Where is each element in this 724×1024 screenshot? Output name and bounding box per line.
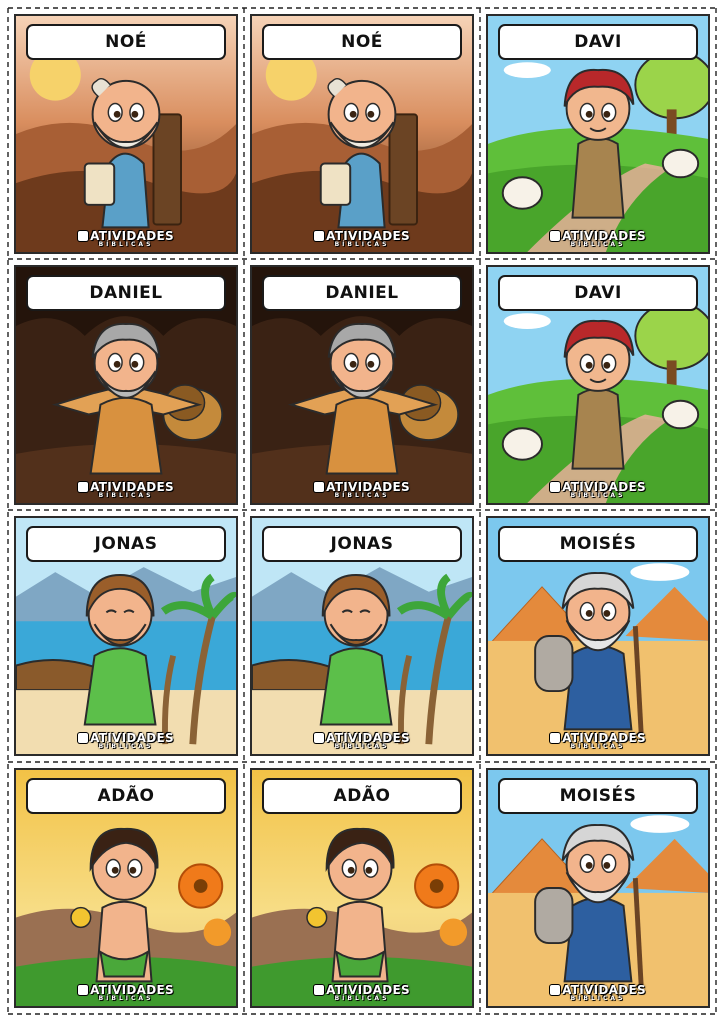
brand-subtitle: BÍBLICAS (570, 492, 626, 499)
card-name-label: JONAS (26, 526, 226, 562)
brand-subtitle: BÍBLICAS (334, 743, 390, 750)
brand-subtitle: BÍBLICAS (570, 995, 626, 1002)
card-name-label: MOISÉS (498, 526, 698, 562)
brand-watermark: ATIVIDADES BÍBLICAS (488, 983, 708, 1002)
brand-subtitle: BÍBLICAS (334, 492, 390, 499)
memory-card[interactable]: ADÃO ATIVIDADES BÍBLICAS (14, 768, 238, 1008)
bible-book-icon (550, 985, 561, 995)
card-name-label: DANIEL (26, 275, 226, 311)
bible-book-icon (78, 231, 89, 241)
brand-subtitle: BÍBLICAS (334, 241, 390, 248)
brand-watermark: ATIVIDADES BÍBLICAS (252, 229, 472, 248)
card-name-label: NOÉ (26, 24, 226, 60)
bible-book-icon (78, 985, 89, 995)
memory-card[interactable]: MOISÉS ATIVIDADES BÍBLICAS (486, 516, 710, 756)
bible-book-icon (314, 482, 325, 492)
bible-book-icon (314, 985, 325, 995)
memory-card[interactable]: MOISÉS ATIVIDADES BÍBLICAS (486, 768, 710, 1008)
memory-card[interactable]: ADÃO ATIVIDADES BÍBLICAS (250, 768, 474, 1008)
card-name-label: ADÃO (26, 778, 226, 814)
memory-card[interactable]: DANIEL ATIVIDADES BÍBLICAS (14, 265, 238, 505)
brand-watermark: ATIVIDADES BÍBLICAS (488, 229, 708, 248)
card-name-label: MOISÉS (498, 778, 698, 814)
brand-watermark: ATIVIDADES BÍBLICAS (252, 983, 472, 1002)
brand-watermark: ATIVIDADES BÍBLICAS (488, 480, 708, 499)
brand-watermark: ATIVIDADES BÍBLICAS (16, 480, 236, 499)
brand-watermark: ATIVIDADES BÍBLICAS (252, 731, 472, 750)
brand-watermark: ATIVIDADES BÍBLICAS (16, 229, 236, 248)
memory-card[interactable]: DANIEL ATIVIDADES BÍBLICAS (250, 265, 474, 505)
card-name-label: JONAS (262, 526, 462, 562)
memory-card[interactable]: NOÉ ATIVIDADES BÍBLICAS (14, 14, 238, 254)
card-name-label: DAVI (498, 24, 698, 60)
card-name-label: DANIEL (262, 275, 462, 311)
bible-book-icon (314, 733, 325, 743)
brand-subtitle: BÍBLICAS (98, 995, 154, 1002)
brand-watermark: ATIVIDADES BÍBLICAS (16, 731, 236, 750)
card-name-label: NOÉ (262, 24, 462, 60)
bible-book-icon (78, 733, 89, 743)
card-name-label: DAVI (498, 275, 698, 311)
brand-subtitle: BÍBLICAS (98, 492, 154, 499)
brand-watermark: ATIVIDADES BÍBLICAS (488, 731, 708, 750)
bible-book-icon (78, 482, 89, 492)
bible-book-icon (550, 482, 561, 492)
memory-game-sheet: NOÉ ATIVIDADES BÍBLICAS NOÉ ATIVIDADES BÍBLI… (0, 0, 724, 1024)
memory-card[interactable]: NOÉ ATIVIDADES BÍBLICAS (250, 14, 474, 254)
brand-subtitle: BÍBLICAS (98, 743, 154, 750)
bible-book-icon (550, 733, 561, 743)
brand-watermark: ATIVIDADES BÍBLICAS (252, 480, 472, 499)
brand-watermark: ATIVIDADES BÍBLICAS (16, 983, 236, 1002)
bible-book-icon (550, 231, 561, 241)
memory-card[interactable]: JONAS ATIVIDADES BÍBLICAS (14, 516, 238, 756)
brand-subtitle: BÍBLICAS (570, 743, 626, 750)
brand-subtitle: BÍBLICAS (98, 241, 154, 248)
card-name-label: ADÃO (262, 778, 462, 814)
memory-card[interactable]: DAVI ATIVIDADES BÍBLICAS (486, 265, 710, 505)
memory-card[interactable]: DAVI ATIVIDADES BÍBLICAS (486, 14, 710, 254)
brand-subtitle: BÍBLICAS (570, 241, 626, 248)
memory-card[interactable]: JONAS ATIVIDADES BÍBLICAS (250, 516, 474, 756)
bible-book-icon (314, 231, 325, 241)
brand-subtitle: BÍBLICAS (334, 995, 390, 1002)
